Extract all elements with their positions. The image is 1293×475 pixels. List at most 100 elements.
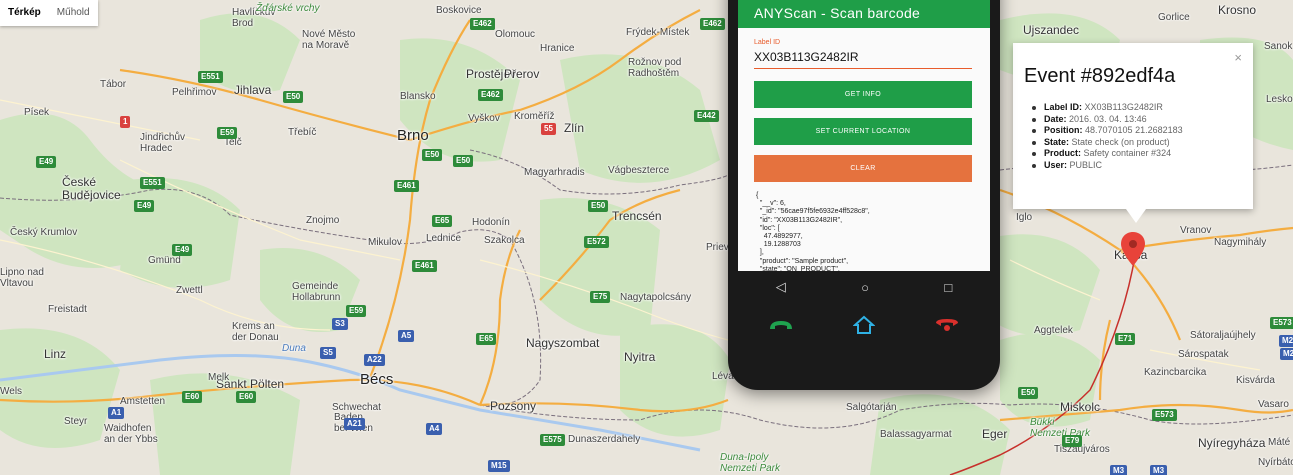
map-place-label: Vranov [1180, 225, 1212, 236]
map-place-label: Vágbeszterce [608, 165, 670, 176]
road-shield: E551 [198, 71, 223, 83]
map-place-label: Iglo [1016, 212, 1033, 223]
event-title: Event #892edf4a [1024, 65, 1176, 87]
label-id-caption: Label ID [754, 39, 781, 46]
map-place-label: Bécs [360, 371, 394, 388]
road-shield: A4 [426, 423, 443, 435]
map-place-label: Český Krumlov [10, 227, 78, 238]
map-place-label: Hranice [540, 43, 575, 54]
road-shield: 1 [120, 116, 131, 128]
road-shield: A22 [364, 354, 385, 366]
road-shield: E50 [588, 200, 609, 212]
map-place-label: Melk [208, 372, 230, 383]
map-place-label: Frýdek-Místek [626, 27, 690, 38]
map-place-label: Kazincbarcika [1144, 367, 1207, 378]
map-place-label: Lesko [1266, 94, 1293, 105]
close-icon[interactable]: × [1234, 50, 1242, 65]
end-call-icon[interactable] [934, 317, 960, 333]
map-marker-icon[interactable] [1121, 232, 1145, 266]
android-nav-bar: ◁ ○ □ [738, 272, 990, 302]
map-type-control[interactable]: Térkép Műhold [0, 0, 98, 26]
map-place-label: Žďárské vrchy [256, 3, 320, 14]
map-place-label: Mikulov [368, 237, 402, 248]
road-shield: E79 [1062, 435, 1083, 447]
home-icon[interactable]: ○ [861, 280, 869, 295]
road-shield: A21 [344, 418, 365, 430]
road-shield: E65 [432, 215, 453, 227]
map-place-label: Přerov [504, 67, 540, 81]
map-type-map-button[interactable]: Térkép [0, 0, 49, 26]
phone-device: ANYScan - Scan barcode Label ID GET INFO… [728, 0, 1000, 390]
map-place-label: Dunaszerdahely [568, 434, 641, 445]
map-place-label: Brno [397, 127, 429, 144]
map-place-label: Krems an der Donau [232, 321, 279, 343]
road-shield: S5 [320, 347, 336, 359]
map-place-label: Hodonín [472, 217, 510, 228]
road-shield: E462 [478, 89, 503, 101]
home-key-icon[interactable] [852, 315, 875, 335]
road-shield: E49 [134, 200, 155, 212]
map-place-label: Duna-Ipoly Nemzeti Park [720, 452, 781, 474]
map-place-label: Miskolc [1060, 400, 1101, 414]
road-shield: E573 [1152, 409, 1177, 421]
road-shield: E60 [182, 391, 203, 403]
map-place-label: Zwettl [176, 285, 203, 296]
road-shield: E59 [346, 305, 367, 317]
map-place-label: Nyitra [624, 350, 656, 364]
road-shield: E461 [394, 180, 419, 192]
map-place-label: Rožnov pod Radhoštěm [628, 57, 682, 79]
set-current-location-button[interactable]: SET CURRENT LOCATION [754, 118, 972, 145]
map-place-label: Blansko [400, 91, 436, 102]
label-id-input[interactable] [754, 48, 972, 69]
map-place-label: Máté [1268, 437, 1291, 448]
road-shield: E551 [140, 177, 165, 189]
event-label-id: Label ID: XX03B113G2482IR [1032, 102, 1239, 114]
road-shield: E49 [172, 244, 193, 256]
road-shield: M2 [1280, 348, 1293, 360]
road-shield: E49 [36, 156, 57, 168]
clear-button[interactable]: CLEAR [754, 155, 972, 182]
map-place-label: Waidhofen an der Ybbs [104, 423, 158, 445]
road-shield: E50 [453, 155, 474, 167]
map-place-label: Tábor [100, 79, 127, 90]
road-shield: E59 [217, 127, 238, 139]
map-view[interactable]: Havlíčkův Brod Žďárské vrchy Nové Město na… [0, 0, 1293, 475]
road-shield: E75 [590, 291, 611, 303]
road-shield: M3 [1110, 465, 1128, 475]
map-place-label: Amstetten [120, 396, 166, 407]
road-shield: A1 [108, 407, 125, 419]
call-icon[interactable] [768, 317, 794, 333]
road-shield: 55 [541, 123, 556, 135]
event-user: User: PUBLIC [1032, 160, 1239, 172]
map-place-label: Sátoraljaújhely [1190, 330, 1256, 341]
map-place-label: České Budějovice [62, 175, 121, 202]
map-place-label: Eger [982, 427, 1008, 441]
road-shield: E50 [283, 91, 304, 103]
road-shield: E50 [422, 149, 443, 161]
map-place-label: Nagytapolcsány [620, 292, 692, 303]
map-type-satellite-button[interactable]: Műhold [49, 0, 98, 26]
road-shield: E60 [236, 391, 257, 403]
back-icon[interactable]: ◁ [776, 279, 786, 295]
map-place-label: Szakolca [484, 235, 525, 246]
map-place-label: Nagyszombat [526, 336, 600, 350]
phone-hardware-keys [738, 305, 990, 345]
map-place-label: Sanok [1264, 41, 1293, 52]
event-info-window: × Event #892edf4a Label ID: XX03B113G248… [1013, 43, 1253, 223]
map-place-label: Nové Město na Moravě [302, 29, 356, 51]
road-shield: M2 [1279, 335, 1293, 347]
recents-icon[interactable]: □ [944, 280, 952, 295]
get-info-button[interactable]: GET INFO [754, 81, 972, 108]
road-shield: E573 [1270, 317, 1293, 329]
map-place-label: Balassagyarmat [880, 429, 952, 440]
map-place-label: Nyíregyháza [1198, 436, 1266, 450]
map-place-label: Gmünd [148, 255, 181, 266]
map-place-label: Trencsén [612, 209, 662, 223]
map-place-label: Olomouc [495, 29, 536, 40]
json-response-output: { "__v": 6, "_id": "56cae97f5fe6932e4ff5… [756, 192, 870, 271]
road-shield: E461 [412, 260, 437, 272]
road-shield: S3 [332, 318, 348, 330]
map-place-label: Sárospatak [1178, 349, 1229, 360]
road-shield: E71 [1115, 333, 1136, 345]
map-place-label: Gemeinde Hollabrunn [292, 281, 341, 303]
